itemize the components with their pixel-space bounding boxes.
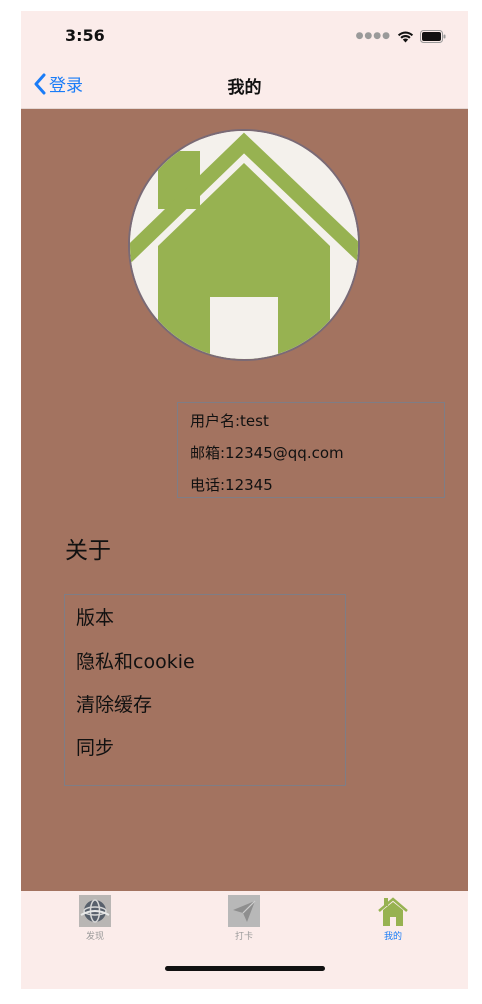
paper-plane-icon <box>228 895 260 927</box>
phone-screen: 3:56 ●●●● 登录 我的 用户名:test 邮箱:12345@qq.com… <box>21 11 468 989</box>
avatar[interactable] <box>130 131 358 359</box>
tab-discover-label: 发现 <box>85 932 104 942</box>
navigation-bar: 登录 我的 <box>21 61 468 109</box>
about-item-sync[interactable]: 同步 <box>76 733 114 760</box>
profile-content: 用户名:test 邮箱:12345@qq.com 电话:12345 关于 版本 … <box>21 109 468 891</box>
about-item-privacy[interactable]: 隐私和cookie <box>76 647 195 674</box>
about-heading: 关于 <box>65 538 111 564</box>
tab-bar: 发现 打卡 我的 <box>21 891 468 989</box>
globe-icon <box>79 895 111 927</box>
signal-dots-icon: ●●●● <box>355 31 391 41</box>
about-item-version[interactable]: 版本 <box>76 603 114 630</box>
home-indicator[interactable] <box>165 966 325 971</box>
tab-discover[interactable]: 发现 <box>65 895 125 942</box>
wifi-icon <box>397 31 414 42</box>
email-text: 邮箱:12345@qq.com <box>190 444 344 462</box>
house-icon <box>130 131 358 359</box>
status-time: 3:56 <box>65 26 105 45</box>
page-title: 我的 <box>227 78 262 98</box>
about-list: 版本 隐私和cookie 清除缓存 同步 <box>64 594 346 786</box>
tab-mine-label: 我的 <box>383 932 402 942</box>
status-icons: ●●●● <box>356 27 446 45</box>
username-text: 用户名:test <box>190 412 269 430</box>
about-item-clear-cache[interactable]: 清除缓存 <box>76 690 152 717</box>
tab-checkin-label: 打卡 <box>234 932 253 942</box>
battery-icon <box>420 29 446 43</box>
tab-checkin[interactable]: 打卡 <box>214 895 274 942</box>
house-icon <box>378 897 408 926</box>
phone-text: 电话:12345 <box>190 476 273 494</box>
status-bar: 3:56 ●●●● <box>21 11 468 61</box>
user-info-box: 用户名:test 邮箱:12345@qq.com 电话:12345 <box>177 402 445 498</box>
tab-mine[interactable]: 我的 <box>363 895 423 942</box>
